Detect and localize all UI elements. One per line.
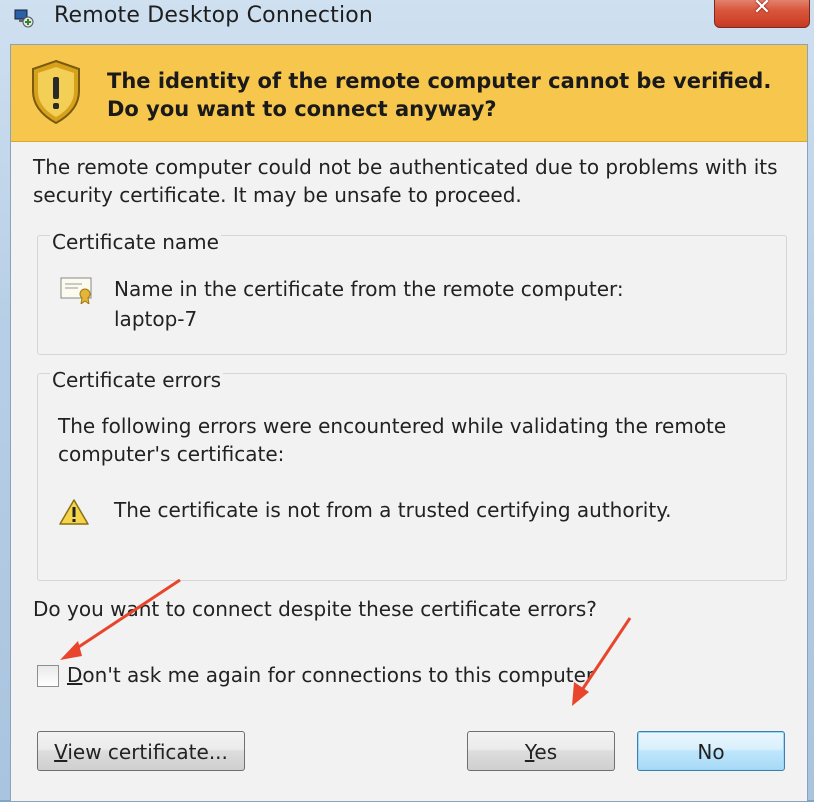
no-button[interactable]: No [637, 731, 785, 771]
window-frame: Remote Desktop Connection ✕ The identity… [0, 0, 814, 802]
remote-desktop-icon [14, 9, 34, 28]
certificate-name-value: laptop-7 [114, 307, 198, 331]
connect-question: Do you want to connect despite these cer… [33, 597, 597, 621]
dont-ask-again-label[interactable]: Don't ask me again for connections to th… [67, 663, 594, 687]
yes-button[interactable]: Yes [467, 731, 615, 771]
dialog-body: The identity of the remote computer cann… [10, 44, 808, 802]
close-button[interactable]: ✕ [714, 0, 810, 28]
certificate-errors-description: The following errors were encountered wh… [58, 414, 727, 466]
dont-ask-again-checkbox[interactable] [37, 665, 59, 687]
certificate-error-item: The certificate is not from a trusted ce… [114, 498, 672, 522]
certificate-name-label: Name in the certificate from the remote … [114, 277, 624, 301]
certificate-name-group: Certificate name Name in the certificate… [37, 230, 787, 355]
window-title: Remote Desktop Connection [54, 3, 374, 28]
intro-text: The remote computer could not be authent… [33, 155, 778, 207]
certificate-errors-legend: Certificate errors [50, 368, 224, 392]
dont-ask-again-label-rest: on't ask me again for connections to thi… [82, 663, 595, 687]
yes-label-rest: es [534, 740, 558, 764]
view-certificate-mnemonic: V [54, 740, 68, 764]
certificate-name-text: Name in the certificate from the remote … [114, 274, 624, 334]
close-icon: ✕ [752, 0, 772, 20]
shield-warning-icon [32, 59, 80, 125]
warning-icon [59, 499, 89, 525]
certificate-errors-group: Certificate errors The following errors … [37, 368, 787, 581]
warning-banner: The identity of the remote computer cann… [11, 45, 807, 142]
view-certificate-button[interactable]: View certificate... [37, 731, 245, 771]
dont-ask-again-mnemonic: D [67, 663, 83, 687]
title-bar[interactable]: Remote Desktop Connection ✕ [0, 0, 814, 34]
certificate-name-legend: Certificate name [50, 230, 221, 254]
banner-heading: The identity of the remote computer cann… [107, 69, 772, 121]
view-certificate-label-rest: iew certificate... [67, 740, 228, 764]
yes-mnemonic: Y [524, 740, 535, 764]
certificate-icon [60, 277, 92, 304]
